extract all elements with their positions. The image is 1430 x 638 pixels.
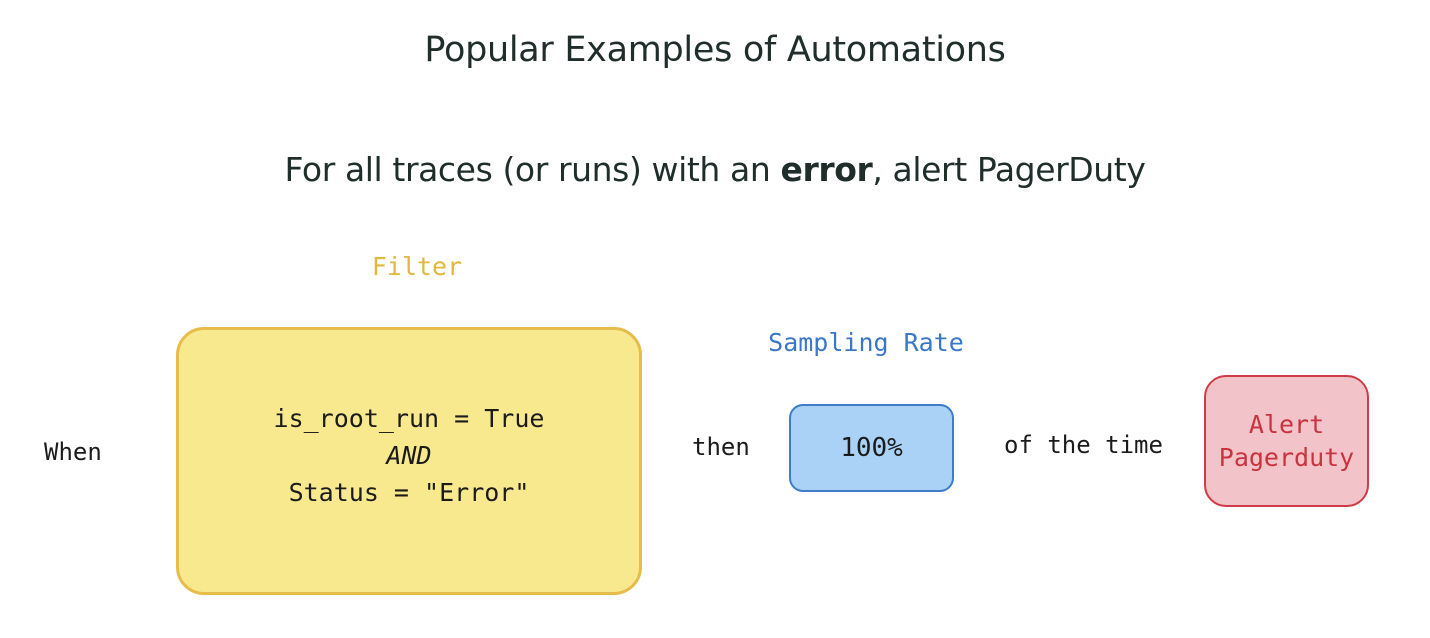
subtitle-suffix: , alert PagerDuty (872, 150, 1146, 189)
filter-line-status: Status = "Error" (288, 478, 530, 507)
subtitle: For all traces (or runs) with an error, … (0, 150, 1430, 189)
sampling-rate-label: Sampling Rate (768, 328, 964, 357)
filter-line-and: AND (386, 441, 432, 470)
then-label: then (692, 433, 750, 461)
when-label: When (44, 438, 102, 466)
subtitle-emphasis: error (780, 150, 873, 189)
alert-line-1: Alert (1248, 410, 1325, 439)
page-title: Popular Examples of Automations (424, 30, 1006, 70)
sampling-rate-value: 100% (840, 433, 903, 463)
alert-pagerduty-text: Alert Pagerduty (1206, 408, 1367, 474)
sampling-rate-box: 100% (789, 404, 954, 492)
filter-label: Filter (371, 252, 463, 281)
subtitle-prefix: For all traces (or runs) with an (284, 150, 781, 189)
filter-line-is-root-run: is_root_run = True (273, 404, 545, 433)
of-the-time-label: of the time (1004, 431, 1163, 459)
alert-line-2: Pagerduty (1218, 443, 1355, 472)
filter-box: is_root_run = True AND Status = "Error" (176, 327, 642, 595)
filter-condition: is_root_run = True AND Status = "Error" (179, 400, 639, 511)
alert-pagerduty-box: Alert Pagerduty (1204, 375, 1369, 507)
